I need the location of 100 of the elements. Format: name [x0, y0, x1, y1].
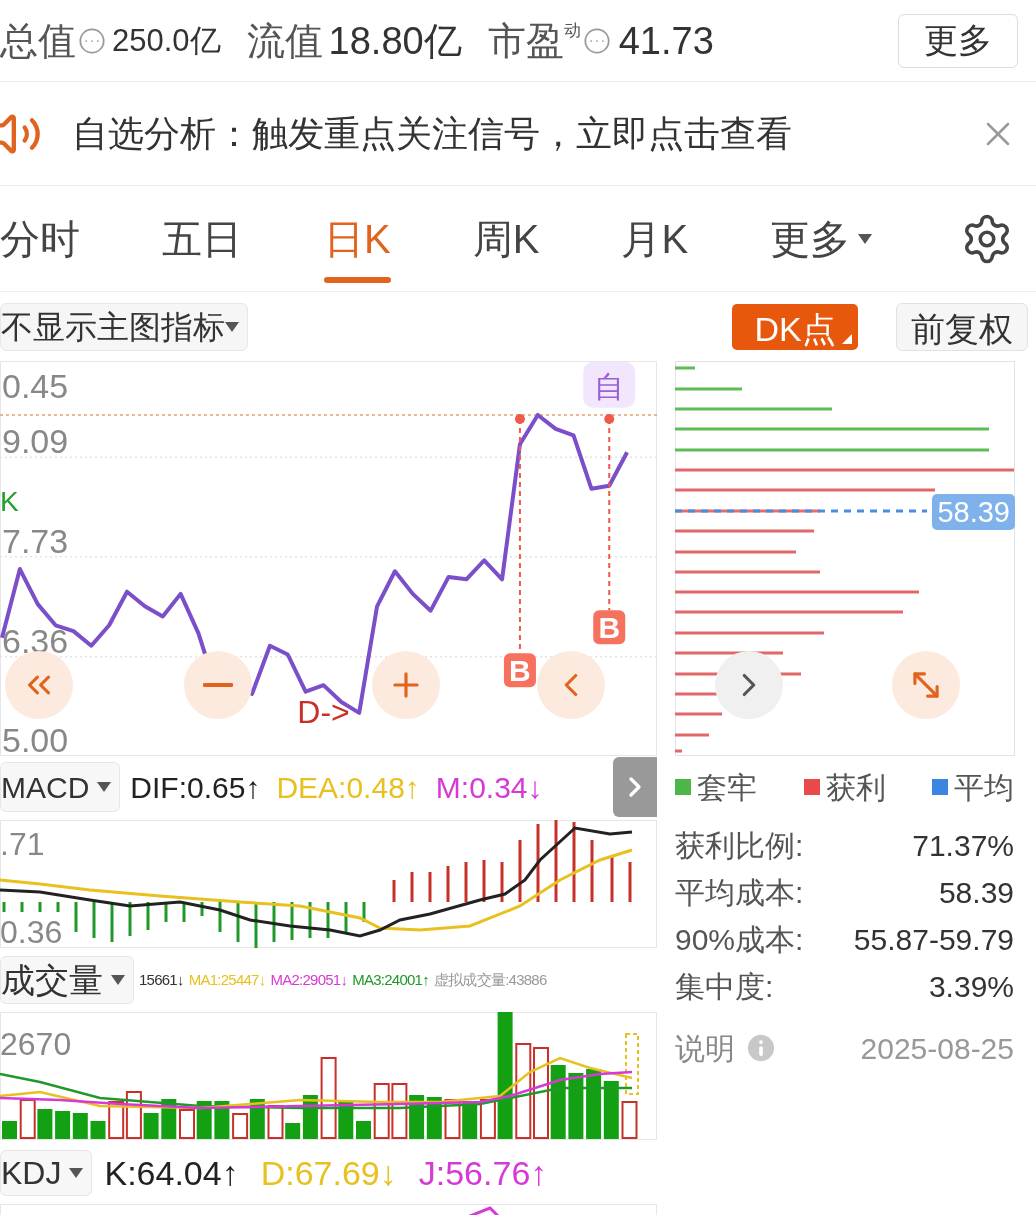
stat-label: 平均成本: — [675, 875, 804, 911]
volume-bar — [373, 1083, 390, 1139]
expand-panel-button[interactable] — [613, 757, 657, 817]
macd-bar — [392, 880, 396, 902]
tab[interactable]: 五日 — [162, 198, 242, 279]
indicator-value: 虚拟成交量:43886 — [433, 969, 547, 990]
signal-dot — [604, 413, 615, 424]
macd-bar — [128, 902, 132, 936]
indicator-value: D:67.69↓ — [260, 1152, 397, 1194]
volume-bar — [19, 1099, 36, 1139]
volume-bar — [586, 1069, 602, 1139]
macd-bar — [518, 840, 522, 902]
tab-underline — [324, 276, 391, 283]
chip-bar — [675, 387, 742, 391]
macd-bar — [218, 902, 222, 932]
signal-text: D-> — [297, 693, 350, 730]
macd-select[interactable]: MACD — [0, 762, 121, 812]
axis-label: 6.36 — [2, 621, 69, 660]
kdj-select[interactable]: KDJ — [0, 1150, 93, 1196]
indicator-value: MA3:24001↑ — [352, 969, 429, 990]
date-text: 2025-08-25 — [860, 1030, 1014, 1067]
tab[interactable]: 分时 — [0, 198, 80, 279]
more-dots-icon[interactable] — [582, 26, 611, 55]
stat-superscript: 动 — [563, 19, 581, 40]
volume-bar — [603, 1081, 619, 1139]
stat-value: 71.37% — [912, 828, 1014, 864]
adjust-button[interactable]: 前复权 — [896, 303, 1028, 351]
indicator-value: DEA:0.48↑ — [276, 769, 420, 806]
macd-bar — [74, 902, 78, 932]
axis-label: 7.73 — [2, 521, 69, 560]
chip-bar — [675, 366, 695, 370]
caret-icon — [225, 322, 239, 332]
macd-bar — [500, 862, 504, 902]
signal-mark: K — [0, 485, 19, 517]
tab[interactable]: 周K — [472, 198, 540, 279]
indicator-value: MA1:25447↓ — [188, 969, 266, 990]
volume-select[interactable]: 成交量 — [0, 956, 134, 1004]
macd-bar — [38, 902, 42, 912]
more-dots-icon[interactable] — [78, 26, 106, 55]
axis-label: 9.09 — [2, 422, 69, 461]
stat-label: 流值 — [246, 21, 323, 60]
macd-bar — [308, 902, 312, 938]
stat-label: 90%成本: — [675, 922, 804, 958]
caret-icon — [111, 975, 125, 985]
macd-bar — [56, 902, 60, 912]
tab[interactable]: 月K — [621, 198, 689, 279]
macd-bar — [290, 902, 294, 940]
macd-bar — [164, 902, 168, 922]
axis-label: .71 — [0, 828, 45, 860]
indicator-value: 15661↓ — [139, 969, 184, 990]
note-label[interactable]: 说明 — [675, 1025, 735, 1071]
macd-bar — [428, 872, 432, 902]
legend-label: 套牢 — [697, 769, 757, 806]
next-button[interactable] — [715, 651, 783, 719]
signal-dot — [514, 413, 525, 424]
axis-label: 5.00 — [2, 721, 69, 756]
tab[interactable]: 更多 — [770, 198, 873, 279]
macd-bar — [182, 902, 186, 922]
macd-bar — [146, 902, 150, 930]
stat-label: 市盈 — [487, 21, 564, 60]
stat-value: 41.73 — [618, 21, 714, 60]
macd-bar — [344, 902, 348, 934]
indicator-value: M:0.34↓ — [435, 769, 543, 806]
stat-label: 获利比例: — [675, 828, 804, 864]
macd-bar — [272, 902, 276, 942]
volume-bar — [391, 1083, 408, 1139]
macd-bar — [446, 866, 450, 902]
corner-triangle-icon — [842, 334, 852, 344]
macd-bar — [482, 860, 486, 902]
macd-bar — [610, 856, 614, 902]
more-button[interactable]: 更多 — [898, 13, 1018, 68]
macd-bar — [110, 902, 114, 942]
stat-value: 58.39 — [938, 875, 1014, 911]
dk-button[interactable]: DK点 — [732, 304, 858, 350]
volume-bar — [72, 1113, 88, 1139]
indicator-value: J:56.76↑ — [418, 1152, 548, 1194]
volume-bar — [90, 1121, 106, 1139]
legend-label: 平均 — [954, 769, 1014, 806]
macd-bar — [2, 902, 6, 912]
notice-text[interactable]: 自选分析：触发重点关注信号，立即点击查看 — [72, 106, 978, 161]
volume-bar — [625, 1033, 639, 1095]
stat-value: 18.80亿 — [328, 21, 462, 60]
volume-bar — [37, 1109, 53, 1139]
stat-label: 集中度: — [675, 969, 774, 1005]
stat-value: 250.0亿 — [112, 25, 221, 56]
chip-bar — [675, 749, 682, 753]
axis-label: 0.45 — [2, 367, 69, 405]
volume-bar — [621, 1101, 638, 1139]
stat-value: 55.87-59.79 — [853, 922, 1014, 958]
volume-bar — [179, 1109, 195, 1139]
macd-bar — [236, 902, 240, 942]
volume-bar — [568, 1073, 584, 1139]
macd-bar — [628, 862, 632, 902]
indicator-select[interactable]: 不显示主图指标 — [0, 303, 248, 351]
axis-label: 0.36 — [0, 916, 63, 948]
indicator-value: MA2:29051↓ — [270, 969, 348, 990]
indicator-value: K:64.04↑ — [104, 1152, 239, 1194]
stat-value: 3.39% — [928, 969, 1014, 1005]
indicator-value: DIF:0.65↑ — [130, 769, 261, 806]
macd-bar — [590, 840, 594, 902]
